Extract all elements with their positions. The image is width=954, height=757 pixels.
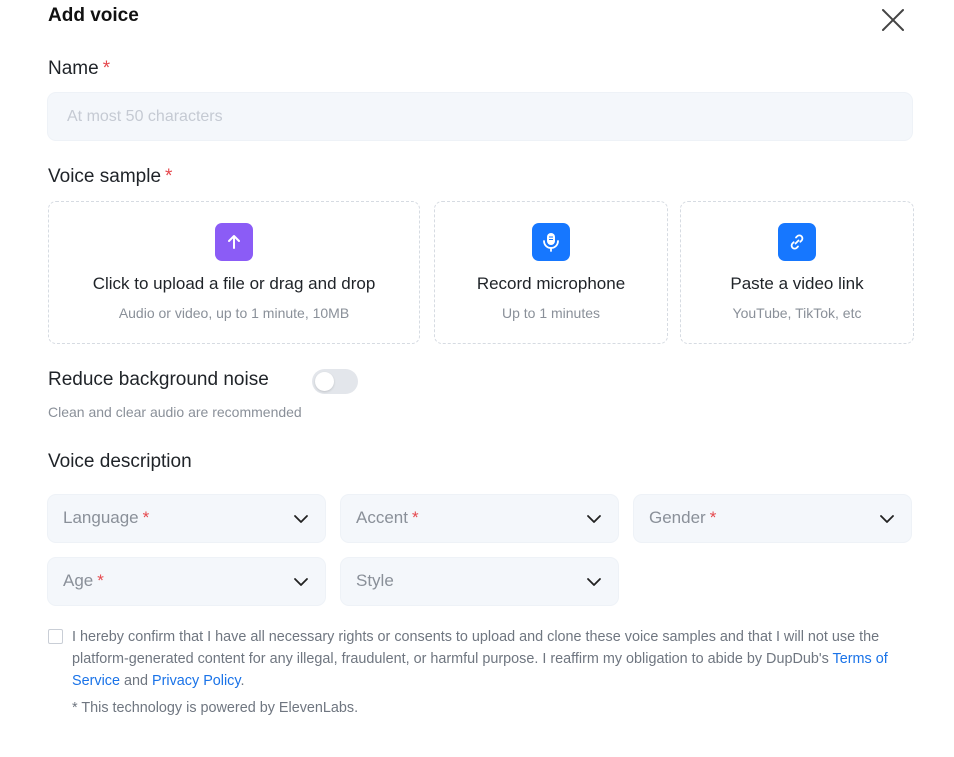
select-label: Style <box>356 571 394 591</box>
voice-description-label: Voice description <box>48 451 192 472</box>
upload-file-card[interactable]: Click to upload a file or drag and drop … <box>48 201 420 344</box>
select-label: Gender * <box>649 508 716 528</box>
chevron-down-icon <box>880 515 894 523</box>
select-label: Language * <box>63 508 149 528</box>
gender-select-text: Gender <box>649 508 706 527</box>
name-label-text: Name <box>48 58 99 79</box>
consent-end: . <box>240 673 245 689</box>
record-card-title: Record microphone <box>476 274 626 293</box>
required-mark: * <box>411 508 419 527</box>
consent-body: I hereby confirm that I have all necessa… <box>72 629 880 667</box>
consent-checkbox[interactable] <box>48 629 63 644</box>
record-microphone-card[interactable]: Record microphone Up to 1 minutes <box>434 201 668 344</box>
consent-and: and <box>120 673 153 689</box>
chevron-down-icon <box>587 578 601 586</box>
language-select-text: Language <box>63 508 139 527</box>
privacy-policy-link[interactable]: Privacy Policy <box>152 673 241 689</box>
microphone-icon <box>532 223 570 261</box>
age-select-text: Age <box>63 571 94 590</box>
chevron-down-icon <box>587 515 601 523</box>
voice-sample-label-text: Voice sample <box>48 166 162 187</box>
name-input[interactable] <box>48 93 912 140</box>
style-select-text: Style <box>356 571 394 590</box>
record-card-subtitle: Up to 1 minutes <box>501 305 601 321</box>
name-label: Name * <box>48 58 110 80</box>
chevron-down-icon <box>294 578 308 586</box>
required-mark: * <box>142 508 150 527</box>
consent-text: I hereby confirm that I have all necessa… <box>72 626 912 692</box>
style-select[interactable]: Style <box>341 558 618 605</box>
accent-select-text: Accent <box>356 508 408 527</box>
reduce-noise-label: Reduce background noise <box>48 369 269 390</box>
voice-sample-label: Voice sample * <box>48 166 172 188</box>
required-mark: * <box>709 508 717 527</box>
link-icon <box>778 223 816 261</box>
chevron-down-icon <box>294 515 308 523</box>
select-label: Age * <box>63 571 104 591</box>
required-mark: * <box>102 58 111 79</box>
language-select[interactable]: Language * <box>48 495 325 542</box>
accent-select[interactable]: Accent * <box>341 495 618 542</box>
powered-by-note: * This technology is powered by ElevenLa… <box>72 700 359 716</box>
upload-arrow-icon <box>215 223 253 261</box>
upload-card-subtitle: Audio or video, up to 1 minute, 10MB <box>118 305 350 321</box>
gender-select[interactable]: Gender * <box>634 495 911 542</box>
required-mark: * <box>165 166 173 187</box>
noise-hint: Clean and clear audio are recommended <box>48 404 302 420</box>
reduce-noise-toggle[interactable] <box>312 369 358 394</box>
link-card-subtitle: YouTube, TikTok, etc <box>732 305 862 321</box>
upload-card-title: Click to upload a file or drag and drop <box>92 274 376 293</box>
link-card-title: Paste a video link <box>730 274 864 293</box>
toggle-knob <box>315 372 334 391</box>
dialog-title: Add voice <box>48 5 139 26</box>
age-select[interactable]: Age * <box>48 558 325 605</box>
select-label: Accent * <box>356 508 419 528</box>
paste-video-link-card[interactable]: Paste a video link YouTube, TikTok, etc <box>680 201 914 344</box>
required-mark: * <box>97 571 104 590</box>
close-icon[interactable] <box>879 6 907 34</box>
